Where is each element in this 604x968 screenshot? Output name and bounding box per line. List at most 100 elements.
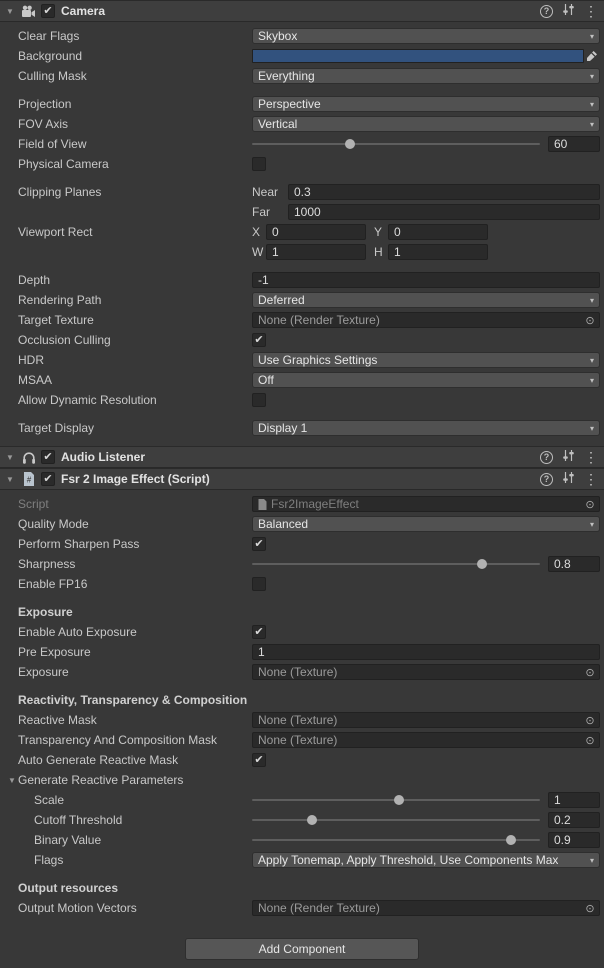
eyedropper-icon[interactable]	[584, 49, 600, 63]
occlusion-culling-checkbox[interactable]: ✔	[252, 333, 266, 347]
foldout-arrow-icon[interactable]: ▼	[4, 453, 16, 462]
component-title: Audio Listener	[61, 450, 145, 464]
msaa-label: MSAA	[18, 373, 252, 387]
w-label: W	[252, 245, 266, 259]
presets-icon[interactable]	[562, 471, 575, 487]
help-icon[interactable]: ?	[540, 451, 553, 464]
clear-flags-dropdown[interactable]: Skybox ▾	[252, 28, 600, 44]
foldout-arrow-icon[interactable]: ▼	[4, 475, 16, 484]
enable-fp16-checkbox[interactable]: ✔	[252, 577, 266, 591]
culling-mask-dropdown[interactable]: Everything ▾	[252, 68, 600, 84]
menu-icon[interactable]: ⋮	[584, 5, 598, 18]
audio-listener-component-header[interactable]: ▼ ✔ Audio Listener ? ⋮	[0, 446, 604, 468]
physical-camera-checkbox[interactable]: ✔	[252, 157, 266, 171]
auto-generate-reactive-mask-checkbox[interactable]: ✔	[252, 753, 266, 767]
audio-listener-enabled-checkbox[interactable]: ✔	[41, 450, 55, 464]
sharpness-input[interactable]: 0.8	[548, 556, 600, 572]
object-picker-icon[interactable]: ⊙	[583, 902, 597, 915]
pre-exposure-input[interactable]: 1	[252, 644, 600, 660]
menu-icon[interactable]: ⋮	[584, 451, 598, 464]
target-display-dropdown[interactable]: Display 1 ▾	[252, 420, 600, 436]
y-label: Y	[374, 225, 388, 239]
hdr-dropdown[interactable]: Use Graphics Settings ▾	[252, 352, 600, 368]
camera-component-header[interactable]: ▼ ✔ Camera ? ⋮	[0, 0, 604, 22]
auto-generate-reactive-mask-label: Auto Generate Reactive Mask	[18, 753, 252, 767]
sharpness-slider[interactable]	[252, 556, 540, 572]
chevron-down-icon: ▾	[586, 356, 594, 365]
binary-value-input[interactable]: 0.9	[548, 832, 600, 848]
depth-input[interactable]: -1	[252, 272, 600, 288]
background-color-field[interactable]	[252, 49, 600, 63]
row-sharpness: Sharpness 0.8	[0, 554, 604, 574]
scale-slider[interactable]	[252, 792, 540, 808]
dropdown-value: Off	[258, 373, 274, 387]
foldout-arrow-icon[interactable]: ▼	[4, 7, 16, 16]
exposure-label: Exposure	[18, 665, 252, 679]
rendering-path-dropdown[interactable]: Deferred ▾	[252, 292, 600, 308]
camera-enabled-checkbox[interactable]: ✔	[41, 4, 55, 18]
camera-icon	[20, 5, 37, 18]
far-input[interactable]: 1000	[288, 204, 600, 220]
object-picker-icon[interactable]: ⊙	[583, 714, 597, 727]
viewport-y-input[interactable]: 0	[388, 224, 488, 240]
field-value: 1	[394, 245, 401, 259]
cutoff-threshold-slider[interactable]	[252, 812, 540, 828]
viewport-x-input[interactable]: 0	[266, 224, 366, 240]
row-reactive-mask: Reactive Mask None (Texture) ⊙	[0, 710, 604, 730]
dropdown-value: Use Graphics Settings	[258, 353, 377, 367]
row-generate-reactive-parameters[interactable]: ▼ Generate Reactive Parameters	[0, 770, 604, 790]
slider-thumb[interactable]	[477, 559, 487, 569]
scale-input[interactable]: 1	[548, 792, 600, 808]
allow-dynamic-resolution-label: Allow Dynamic Resolution	[18, 393, 252, 407]
cutoff-threshold-label: Cutoff Threshold	[18, 813, 252, 827]
output-motion-vectors-field[interactable]: None (Render Texture) ⊙	[252, 900, 600, 916]
script-field[interactable]: Fsr2ImageEffect ⊙	[252, 496, 600, 512]
projection-dropdown[interactable]: Perspective ▾	[252, 96, 600, 112]
object-picker-icon[interactable]: ⊙	[583, 498, 597, 511]
near-input[interactable]: 0.3	[288, 184, 600, 200]
flags-label: Flags	[18, 853, 252, 867]
slider-thumb[interactable]	[345, 139, 355, 149]
cutoff-threshold-input[interactable]: 0.2	[548, 812, 600, 828]
fsr2-enabled-checkbox[interactable]: ✔	[41, 472, 55, 486]
msaa-dropdown[interactable]: Off ▾	[252, 372, 600, 388]
sharpness-label: Sharpness	[18, 557, 252, 571]
quality-mode-dropdown[interactable]: Balanced ▾	[252, 516, 600, 532]
add-component-button[interactable]: Add Component	[185, 938, 419, 960]
row-output-motion-vectors: Output Motion Vectors None (Render Textu…	[0, 898, 604, 918]
presets-icon[interactable]	[562, 3, 575, 19]
row-depth: Depth -1	[0, 270, 604, 290]
target-texture-field[interactable]: None (Render Texture) ⊙	[252, 312, 600, 328]
flags-dropdown[interactable]: Apply Tonemap, Apply Threshold, Use Comp…	[252, 852, 600, 868]
help-icon[interactable]: ?	[540, 5, 553, 18]
field-of-view-label: Field of View	[18, 137, 252, 151]
object-picker-icon[interactable]: ⊙	[583, 666, 597, 679]
slider-thumb[interactable]	[394, 795, 404, 805]
menu-icon[interactable]: ⋮	[584, 473, 598, 486]
section-output-resources: Output resources	[0, 878, 604, 898]
slider-thumb[interactable]	[307, 815, 317, 825]
reactive-mask-field[interactable]: None (Texture) ⊙	[252, 712, 600, 728]
allow-dynamic-resolution-checkbox[interactable]: ✔	[252, 393, 266, 407]
exposure-field[interactable]: None (Texture) ⊙	[252, 664, 600, 680]
clear-flags-label: Clear Flags	[18, 29, 252, 43]
transparency-mask-field[interactable]: None (Texture) ⊙	[252, 732, 600, 748]
field-of-view-slider[interactable]	[252, 136, 540, 152]
slider-thumb[interactable]	[506, 835, 516, 845]
fov-axis-dropdown[interactable]: Vertical ▾	[252, 116, 600, 132]
h-label: H	[374, 245, 388, 259]
perform-sharpen-pass-checkbox[interactable]: ✔	[252, 537, 266, 551]
camera-component-body: Clear Flags Skybox ▾ Background	[0, 22, 604, 446]
fsr2-component-header[interactable]: ▼ # ✔ Fsr 2 Image Effect (Script) ? ⋮	[0, 468, 604, 490]
viewport-w-input[interactable]: 1	[266, 244, 366, 260]
viewport-h-input[interactable]: 1	[388, 244, 488, 260]
field-of-view-input[interactable]: 60	[548, 136, 600, 152]
field-value: 1	[554, 793, 561, 807]
object-picker-icon[interactable]: ⊙	[583, 314, 597, 327]
binary-value-slider[interactable]	[252, 832, 540, 848]
object-picker-icon[interactable]: ⊙	[583, 734, 597, 747]
color-swatch[interactable]	[252, 49, 584, 63]
enable-auto-exposure-checkbox[interactable]: ✔	[252, 625, 266, 639]
help-icon[interactable]: ?	[540, 473, 553, 486]
presets-icon[interactable]	[562, 449, 575, 465]
